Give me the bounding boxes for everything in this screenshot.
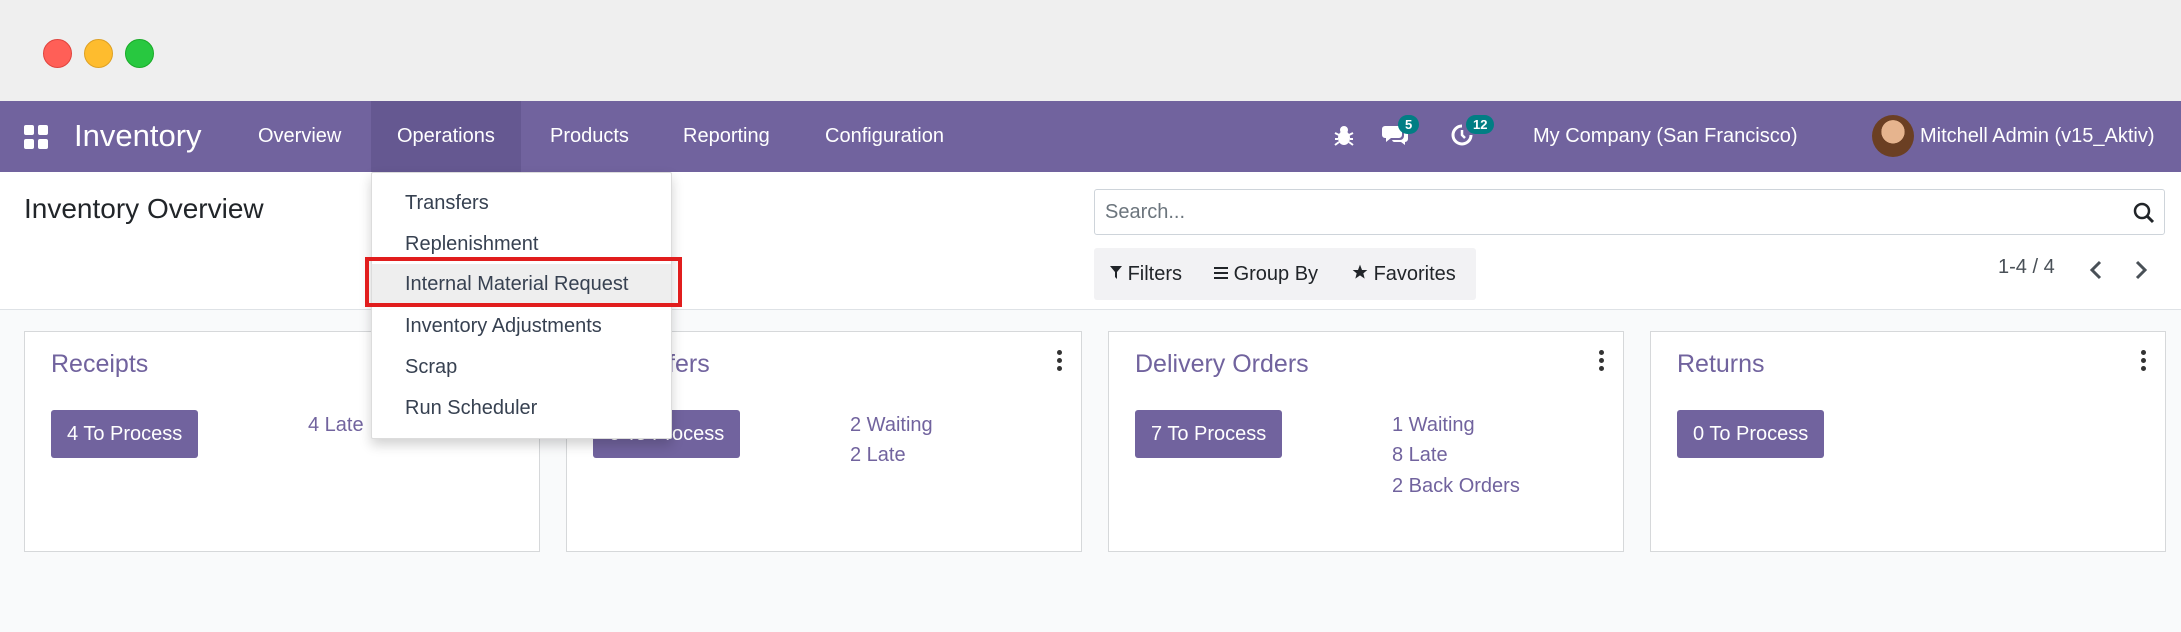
page-title: Inventory Overview [24,193,264,224]
menu-overview[interactable]: Overview [232,101,367,172]
apps-menu-icon[interactable] [24,125,48,149]
search-box [1094,189,2165,235]
card-menu-icon[interactable] [2139,350,2147,371]
card-title[interactable]: Receipts [51,350,148,379]
window-titlebar [0,0,2181,101]
pager-previous-icon[interactable] [2084,258,2108,282]
kanban-card-returns[interactable]: Returns 0 To Process [1650,331,2166,552]
late-link[interactable]: 2 Late [850,444,906,467]
search-input[interactable] [1095,190,2095,234]
favorites-label: Favorites [1373,263,1456,285]
dropdown-item-inventory-adjustments[interactable]: Inventory Adjustments [372,306,671,346]
group-by-button[interactable]: Group By [1214,248,1318,300]
waiting-link[interactable]: 2 Waiting [850,414,933,437]
user-menu[interactable]: Mitchell Admin (v15_Aktiv) [1920,101,2155,172]
to-process-button[interactable]: 4 To Process [51,410,199,458]
group-by-label: Group By [1233,263,1319,285]
minimize-window-button[interactable] [84,39,113,68]
app-brand[interactable]: Inventory [74,118,202,154]
to-process-button[interactable]: 0 To Process [1677,410,1825,458]
dropdown-item-transfers[interactable]: Transfers [372,183,671,223]
card-title[interactable]: Returns [1677,350,1765,379]
menu-operations[interactable]: Operations [371,101,521,172]
search-icon[interactable] [2132,201,2156,225]
late-link[interactable]: 8 Late [1392,444,1448,467]
close-window-button[interactable] [43,39,72,68]
star-icon [1352,264,1368,279]
messages-badge: 5 [1398,115,1420,134]
late-link[interactable]: 4 Late [308,414,364,437]
card-menu-icon[interactable] [1055,350,1063,371]
user-avatar[interactable] [1872,115,1914,157]
maximize-window-button[interactable] [125,39,154,68]
search-options-bar: Filters Group By Favorites [1094,248,1476,300]
pager-value[interactable]: 1-4 / 4 [1998,256,2055,279]
favorites-button[interactable]: Favorites [1352,248,1456,300]
activities-badge: 12 [1466,115,1495,134]
menu-reporting[interactable]: Reporting [657,101,796,172]
highlight-annotation-box [365,257,682,307]
to-process-button[interactable]: 7 To Process [1135,410,1283,458]
filter-icon [1110,266,1122,279]
dropdown-item-scrap[interactable]: Scrap [372,347,671,387]
messages-icon[interactable]: 5 [1382,115,1420,151]
menu-configuration[interactable]: Configuration [799,101,970,172]
control-panel: Inventory Overview Filters Group By Favo… [0,172,2181,310]
back-orders-link[interactable]: 2 Back Orders [1392,475,1520,498]
top-navbar: Inventory Overview Operations Products R… [0,101,2181,172]
menu-products[interactable]: Products [524,101,655,172]
filters-label: Filters [1127,263,1183,285]
activity-clock-icon[interactable]: 12 [1450,115,1495,151]
kanban-card-delivery-orders[interactable]: Delivery Orders 7 To Process 1 Waiting 8… [1108,331,1624,552]
card-menu-icon[interactable] [1597,350,1605,371]
filters-button[interactable]: Filters [1110,248,1182,300]
dropdown-item-run-scheduler[interactable]: Run Scheduler [372,388,671,428]
card-title[interactable]: Delivery Orders [1135,350,1309,379]
waiting-link[interactable]: 1 Waiting [1392,414,1475,437]
debug-bug-icon[interactable] [1333,123,1355,151]
pager-next-icon[interactable] [2129,258,2153,282]
list-icon [1214,267,1228,279]
company-switcher[interactable]: My Company (San Francisco) [1533,101,1798,172]
